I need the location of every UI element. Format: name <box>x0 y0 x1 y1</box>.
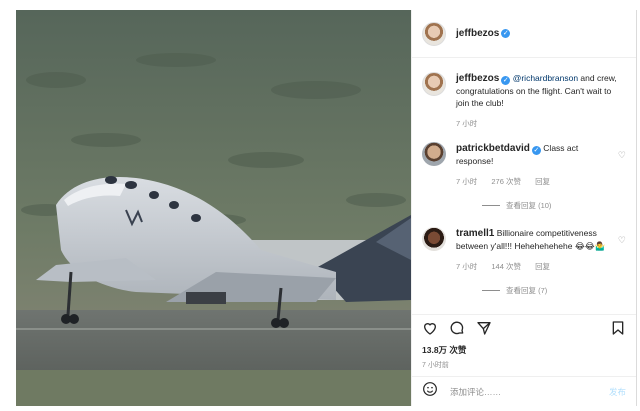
caption: jeffbezos ✓ @richardbranson and crew, con… <box>412 68 636 130</box>
caption-time[interactable]: 7 小时 <box>456 119 477 128</box>
mention-link[interactable]: @richardbranson <box>513 73 578 83</box>
verified-icon: ✓ <box>501 29 511 38</box>
share-icon[interactable] <box>476 320 492 336</box>
bookmark-icon[interactable] <box>610 320 626 336</box>
author-username[interactable]: jeffbezos <box>456 28 499 39</box>
comment-input[interactable]: 添加评论…… <box>450 386 609 398</box>
comment-time[interactable]: 7 小时 <box>456 262 477 271</box>
view-replies-label: 查看回复 (10) <box>506 201 552 210</box>
caption-username[interactable]: jeffbezos <box>456 73 499 84</box>
comment-likes[interactable]: 144 次赞 <box>491 262 521 271</box>
divider-line <box>482 290 500 291</box>
view-replies-label: 查看回复 (7) <box>506 286 548 295</box>
instagram-post-window: jeffbezos ✓ jeffbezos ✓ @richardbranson a… <box>0 0 640 411</box>
post-image[interactable] <box>16 10 411 406</box>
verified-icon: ✓ <box>531 146 541 155</box>
comment-icon[interactable] <box>449 320 465 336</box>
post-sidebar: jeffbezos ✓ jeffbezos ✓ @richardbranson a… <box>411 10 637 406</box>
comment-item: patrickbetdavid ✓ Class act response! 7 小… <box>412 138 636 188</box>
action-bar <box>412 314 636 340</box>
verified-icon: ✓ <box>501 76 511 85</box>
comment-time[interactable]: 7 小时 <box>456 177 477 186</box>
caption-avatar[interactable] <box>422 72 446 96</box>
author-avatar[interactable] <box>422 21 446 46</box>
like-count[interactable]: 13.8万 次赞 <box>422 344 466 356</box>
commenter-avatar[interactable] <box>422 142 446 166</box>
divider-line <box>482 205 500 206</box>
heart-icon[interactable]: ♡ <box>614 235 626 273</box>
comment-username[interactable]: tramell1 <box>456 228 494 239</box>
post-header: jeffbezos ✓ <box>412 10 636 58</box>
add-comment-bar: 添加评论…… 发布 <box>412 376 636 406</box>
emoji-icon[interactable] <box>422 381 438 402</box>
reply-button[interactable]: 回复 <box>535 177 550 186</box>
view-replies-button[interactable]: 查看回复 (7) <box>482 285 636 296</box>
comment-username[interactable]: patrickbetdavid <box>456 143 530 154</box>
heart-icon[interactable]: ♡ <box>614 150 626 188</box>
reply-button[interactable]: 回复 <box>535 262 550 271</box>
view-replies-button[interactable]: 查看回复 (10) <box>482 200 636 211</box>
comment-likes[interactable]: 276 次赞 <box>491 177 521 186</box>
commenter-avatar[interactable] <box>422 227 446 251</box>
spaceplane-photo <box>16 10 411 406</box>
posted-time[interactable]: 7 小时前 <box>422 360 449 370</box>
post-button[interactable]: 发布 <box>609 386 626 398</box>
heart-icon[interactable] <box>422 320 438 336</box>
comment-item: tramell1 Billionaire competitiveness bet… <box>412 223 636 273</box>
comments-list: jeffbezos ✓ @richardbranson and crew, con… <box>412 68 636 314</box>
